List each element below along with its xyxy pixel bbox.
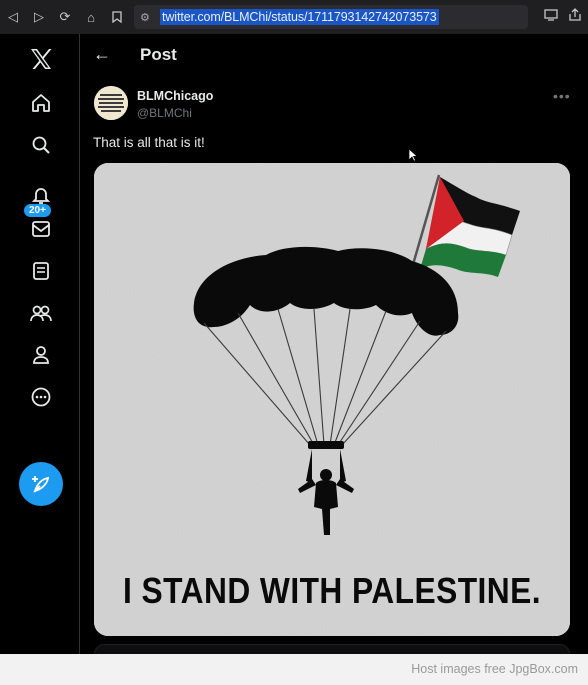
bookmark-icon[interactable]: [104, 0, 130, 34]
mail-icon[interactable]: [22, 210, 60, 248]
browser-toolbar: ◁ ▷ ⟳ ⌂ ⚙ twitter.com/BLMChi/status/1711…: [0, 0, 588, 34]
site-settings-icon[interactable]: ⚙: [140, 11, 160, 24]
home-browser-icon[interactable]: ⌂: [78, 0, 104, 34]
bell-icon[interactable]: [22, 176, 60, 214]
image-caption: I STAND WITH PALESTINE.: [123, 570, 541, 611]
mouse-cursor-icon: [408, 148, 418, 162]
x-logo-icon[interactable]: [22, 40, 60, 78]
more-circle-icon[interactable]: [22, 378, 60, 416]
tweet-image[interactable]: I STAND WITH PALESTINE.: [94, 163, 570, 636]
more-options-icon[interactable]: •••: [553, 88, 571, 104]
address-bar[interactable]: ⚙ twitter.com/BLMChi/status/171179314274…: [134, 5, 528, 29]
search-icon[interactable]: [22, 126, 60, 164]
url-text[interactable]: twitter.com/BLMChi/status/17117931427420…: [160, 9, 439, 25]
main-column: ← Post BLMChicago @BLMChi ••• That is al…: [81, 34, 588, 664]
compose-button[interactable]: [19, 462, 63, 506]
tweet-text: That is all that is it!: [93, 135, 205, 150]
user-handle[interactable]: @BLMChi: [137, 106, 192, 120]
footer-bar: Host images free JpgBox.com: [0, 654, 588, 685]
share-icon[interactable]: [568, 7, 582, 27]
sidebar: 20+: [0, 34, 80, 654]
post-header: ← Post: [81, 34, 588, 76]
back-arrow-icon[interactable]: ←: [93, 44, 111, 65]
profile-icon[interactable]: [22, 336, 60, 374]
forward-icon[interactable]: ▷: [26, 0, 52, 34]
page-title: Post: [140, 45, 177, 64]
home-icon[interactable]: [22, 84, 60, 122]
read-mode-icon[interactable]: [544, 8, 558, 26]
display-name[interactable]: BLMChicago: [137, 89, 213, 103]
list-icon[interactable]: [22, 252, 60, 290]
communities-icon[interactable]: [22, 294, 60, 332]
reload-icon[interactable]: ⟳: [52, 0, 78, 34]
avatar[interactable]: [94, 86, 128, 120]
back-icon[interactable]: ◁: [0, 0, 26, 34]
watermark-text[interactable]: Host images free JpgBox.com: [411, 662, 578, 676]
feather-plus-icon: [32, 476, 50, 493]
